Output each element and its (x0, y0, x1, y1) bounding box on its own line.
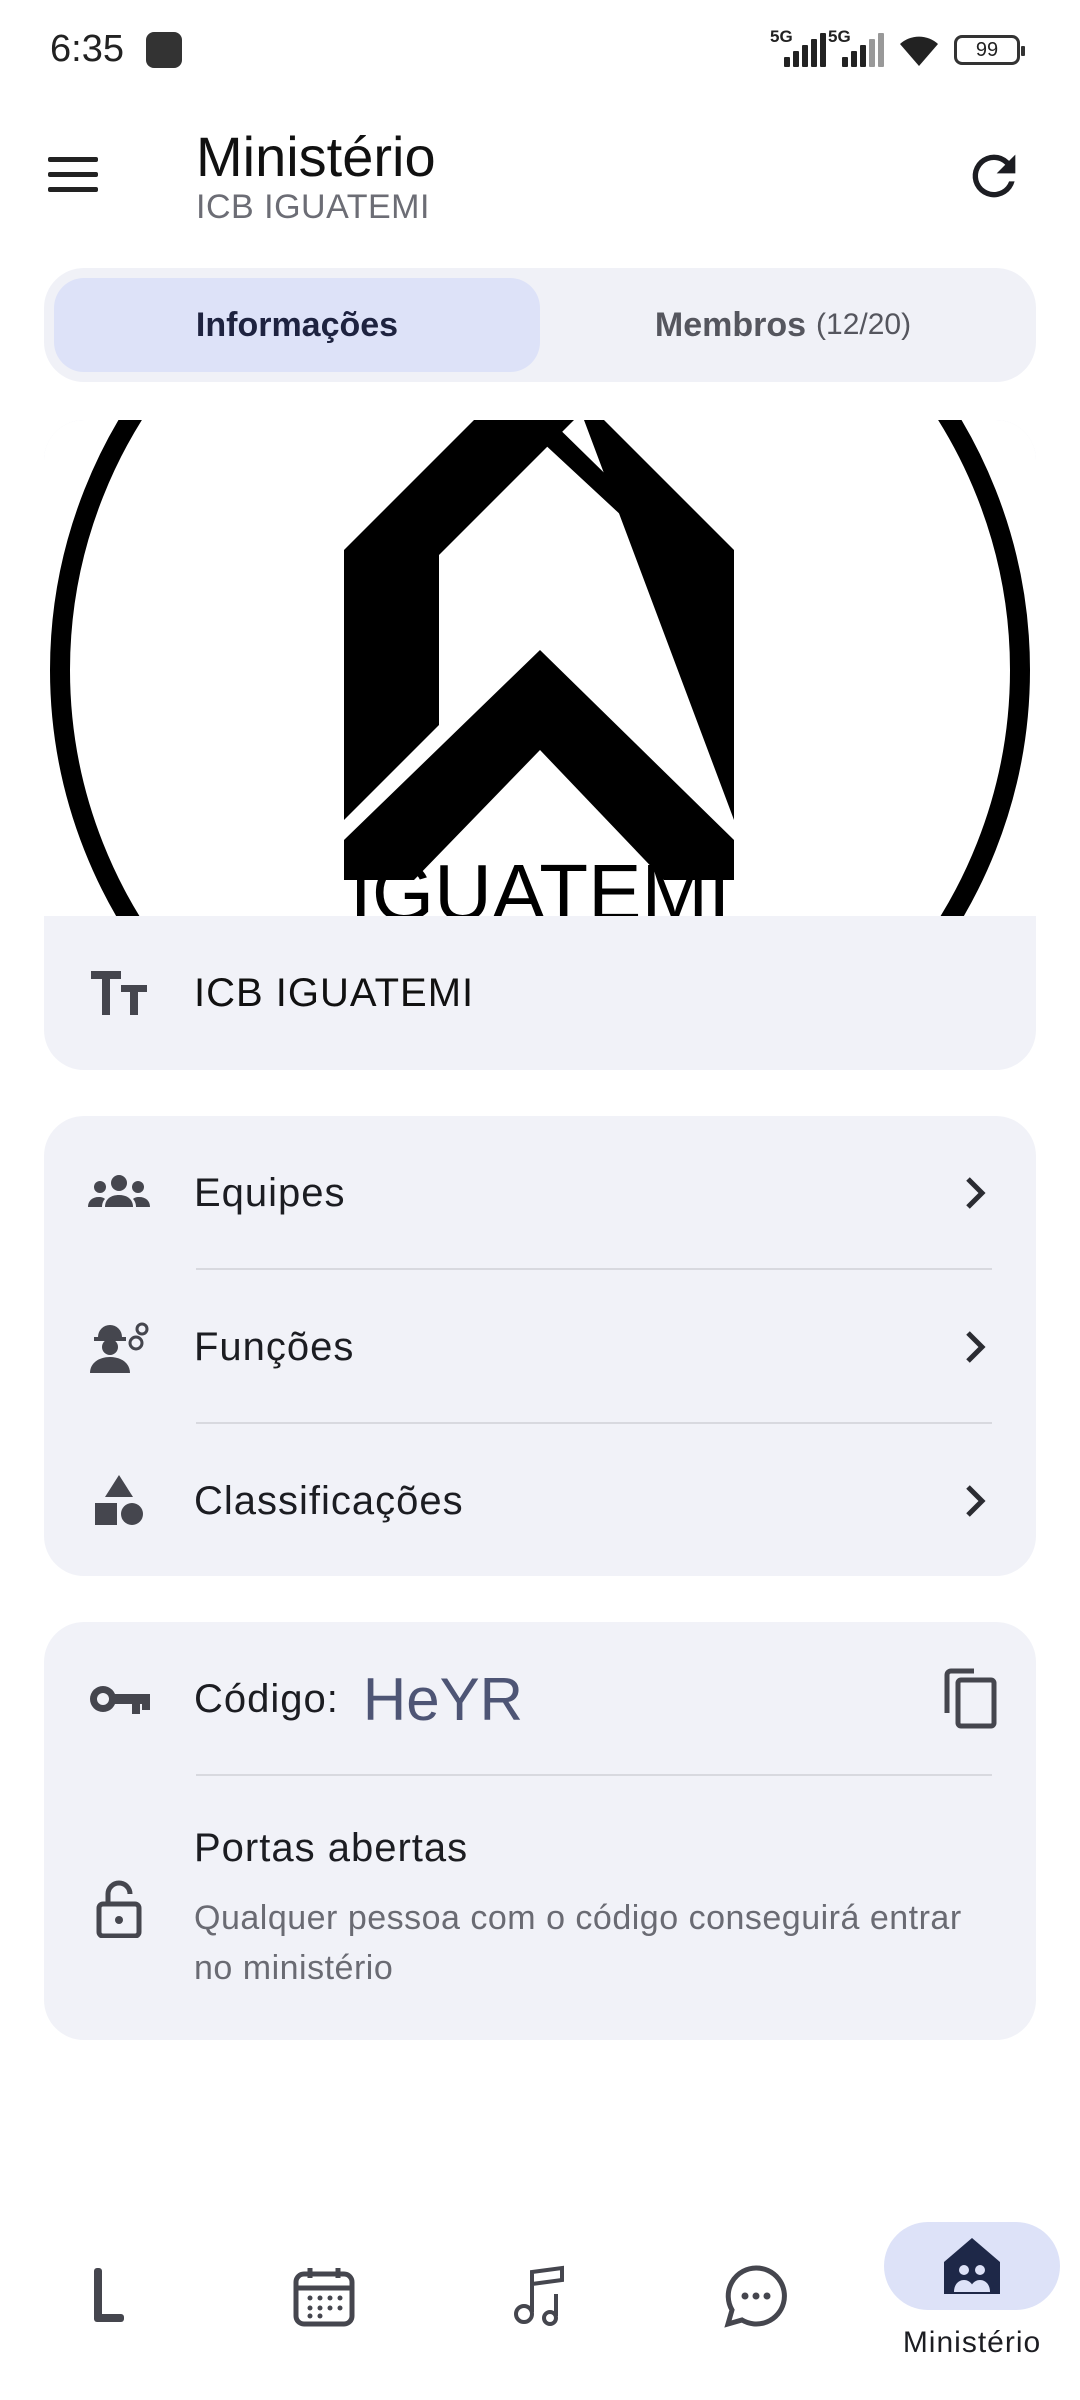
menu-button[interactable] (48, 146, 104, 202)
hamburger-icon (48, 156, 98, 162)
chat-icon (724, 2265, 787, 2328)
status-bar: 6:35 5G 5G 99 (0, 0, 1080, 100)
groups-icon (88, 1175, 150, 1207)
options-card: Equipes Funções Classificações (44, 1116, 1036, 1576)
ministry-icon (944, 2238, 1000, 2294)
open-doors-description: Qualquer pessoa com o código conseguirá … (194, 1898, 962, 1987)
nav-item-calendar[interactable] (216, 2210, 432, 2400)
refresh-button[interactable] (962, 144, 1026, 208)
engineer-gear-icon (90, 1322, 149, 1373)
segmented-tabs: Informações Membros (12/20) (44, 268, 1036, 382)
chevron-right-icon (966, 1331, 986, 1363)
tab-label: Informações (195, 305, 399, 344)
nav-label: Ministério (902, 2326, 1042, 2359)
open-doors-row: Portas abertas Qualquer pessoa com o cód… (44, 1778, 1036, 2040)
nav-item-ministerio[interactable]: Ministério (864, 2210, 1080, 2400)
tab-label: Membros (654, 305, 807, 344)
lock-open-icon (96, 1880, 142, 1938)
ministry-card: IGUATEMI ICB IGUATEMI (44, 420, 1036, 1070)
wifi-icon (900, 36, 938, 66)
signal-icon-2: 5G (828, 27, 884, 67)
code-value: HeYR (362, 1665, 523, 1733)
copy-icon (944, 1668, 997, 1729)
chevron-right-icon (966, 1177, 986, 1209)
nav-item-music[interactable] (432, 2210, 648, 2400)
status-time: 6:35 (50, 28, 124, 70)
network-type-label: 5G (770, 27, 793, 46)
menu-item-funcoes[interactable]: Funções (44, 1270, 1036, 1424)
copy-button[interactable] (906, 1622, 1036, 1776)
open-doors-title: Portas abertas (194, 1825, 469, 1870)
code-row: Código: HeYR (44, 1622, 1036, 1776)
members-count: (12/20) (816, 308, 912, 341)
nav-item-stand[interactable] (0, 2210, 216, 2400)
access-card: Código: HeYR Portas abertas Qualquer pes… (44, 1622, 1036, 2040)
bottom-navigation: Ministério (0, 2210, 1080, 2400)
signal-icon: 5G (770, 27, 826, 67)
menu-item-classificacoes[interactable]: Classificações (44, 1424, 1036, 1576)
app-bar: Ministério ICB IGUATEMI (0, 110, 1080, 240)
status-icons: 5G 5G 99 (770, 27, 1025, 70)
ministry-name: ICB IGUATEMI (194, 970, 475, 1015)
nav-item-chat[interactable] (648, 2210, 864, 2400)
app-notification-icon (146, 32, 182, 68)
divider (196, 1774, 992, 1776)
ministry-name-row: ICB IGUATEMI (44, 916, 1036, 1070)
tab-membros[interactable]: Membros (12/20) (540, 278, 1026, 372)
calendar-icon (293, 2268, 355, 2327)
music-notes-icon (514, 2265, 564, 2326)
menu-item-label: Classificações (194, 1478, 464, 1523)
refresh-icon (972, 154, 1016, 198)
stand-icon (94, 2268, 124, 2322)
ministry-logo: IGUATEMI (44, 420, 1036, 916)
page-title: Ministério (196, 125, 436, 188)
logo-text: IGUATEMI (350, 848, 731, 916)
shapes-icon (95, 1475, 143, 1525)
battery-icon: 99 (954, 35, 1025, 65)
tab-informacoes[interactable]: Informações (54, 278, 540, 372)
code-label: Código: (194, 1676, 339, 1721)
page-subtitle: ICB IGUATEMI (196, 188, 430, 226)
menu-item-label: Equipes (194, 1170, 346, 1215)
menu-item-label: Funções (194, 1324, 355, 1369)
network-type-label-2: 5G (828, 27, 851, 46)
key-icon (90, 1686, 150, 1714)
text-fields-icon (91, 971, 147, 1015)
chevron-right-icon (966, 1485, 986, 1517)
menu-item-equipes[interactable]: Equipes (44, 1116, 1036, 1270)
